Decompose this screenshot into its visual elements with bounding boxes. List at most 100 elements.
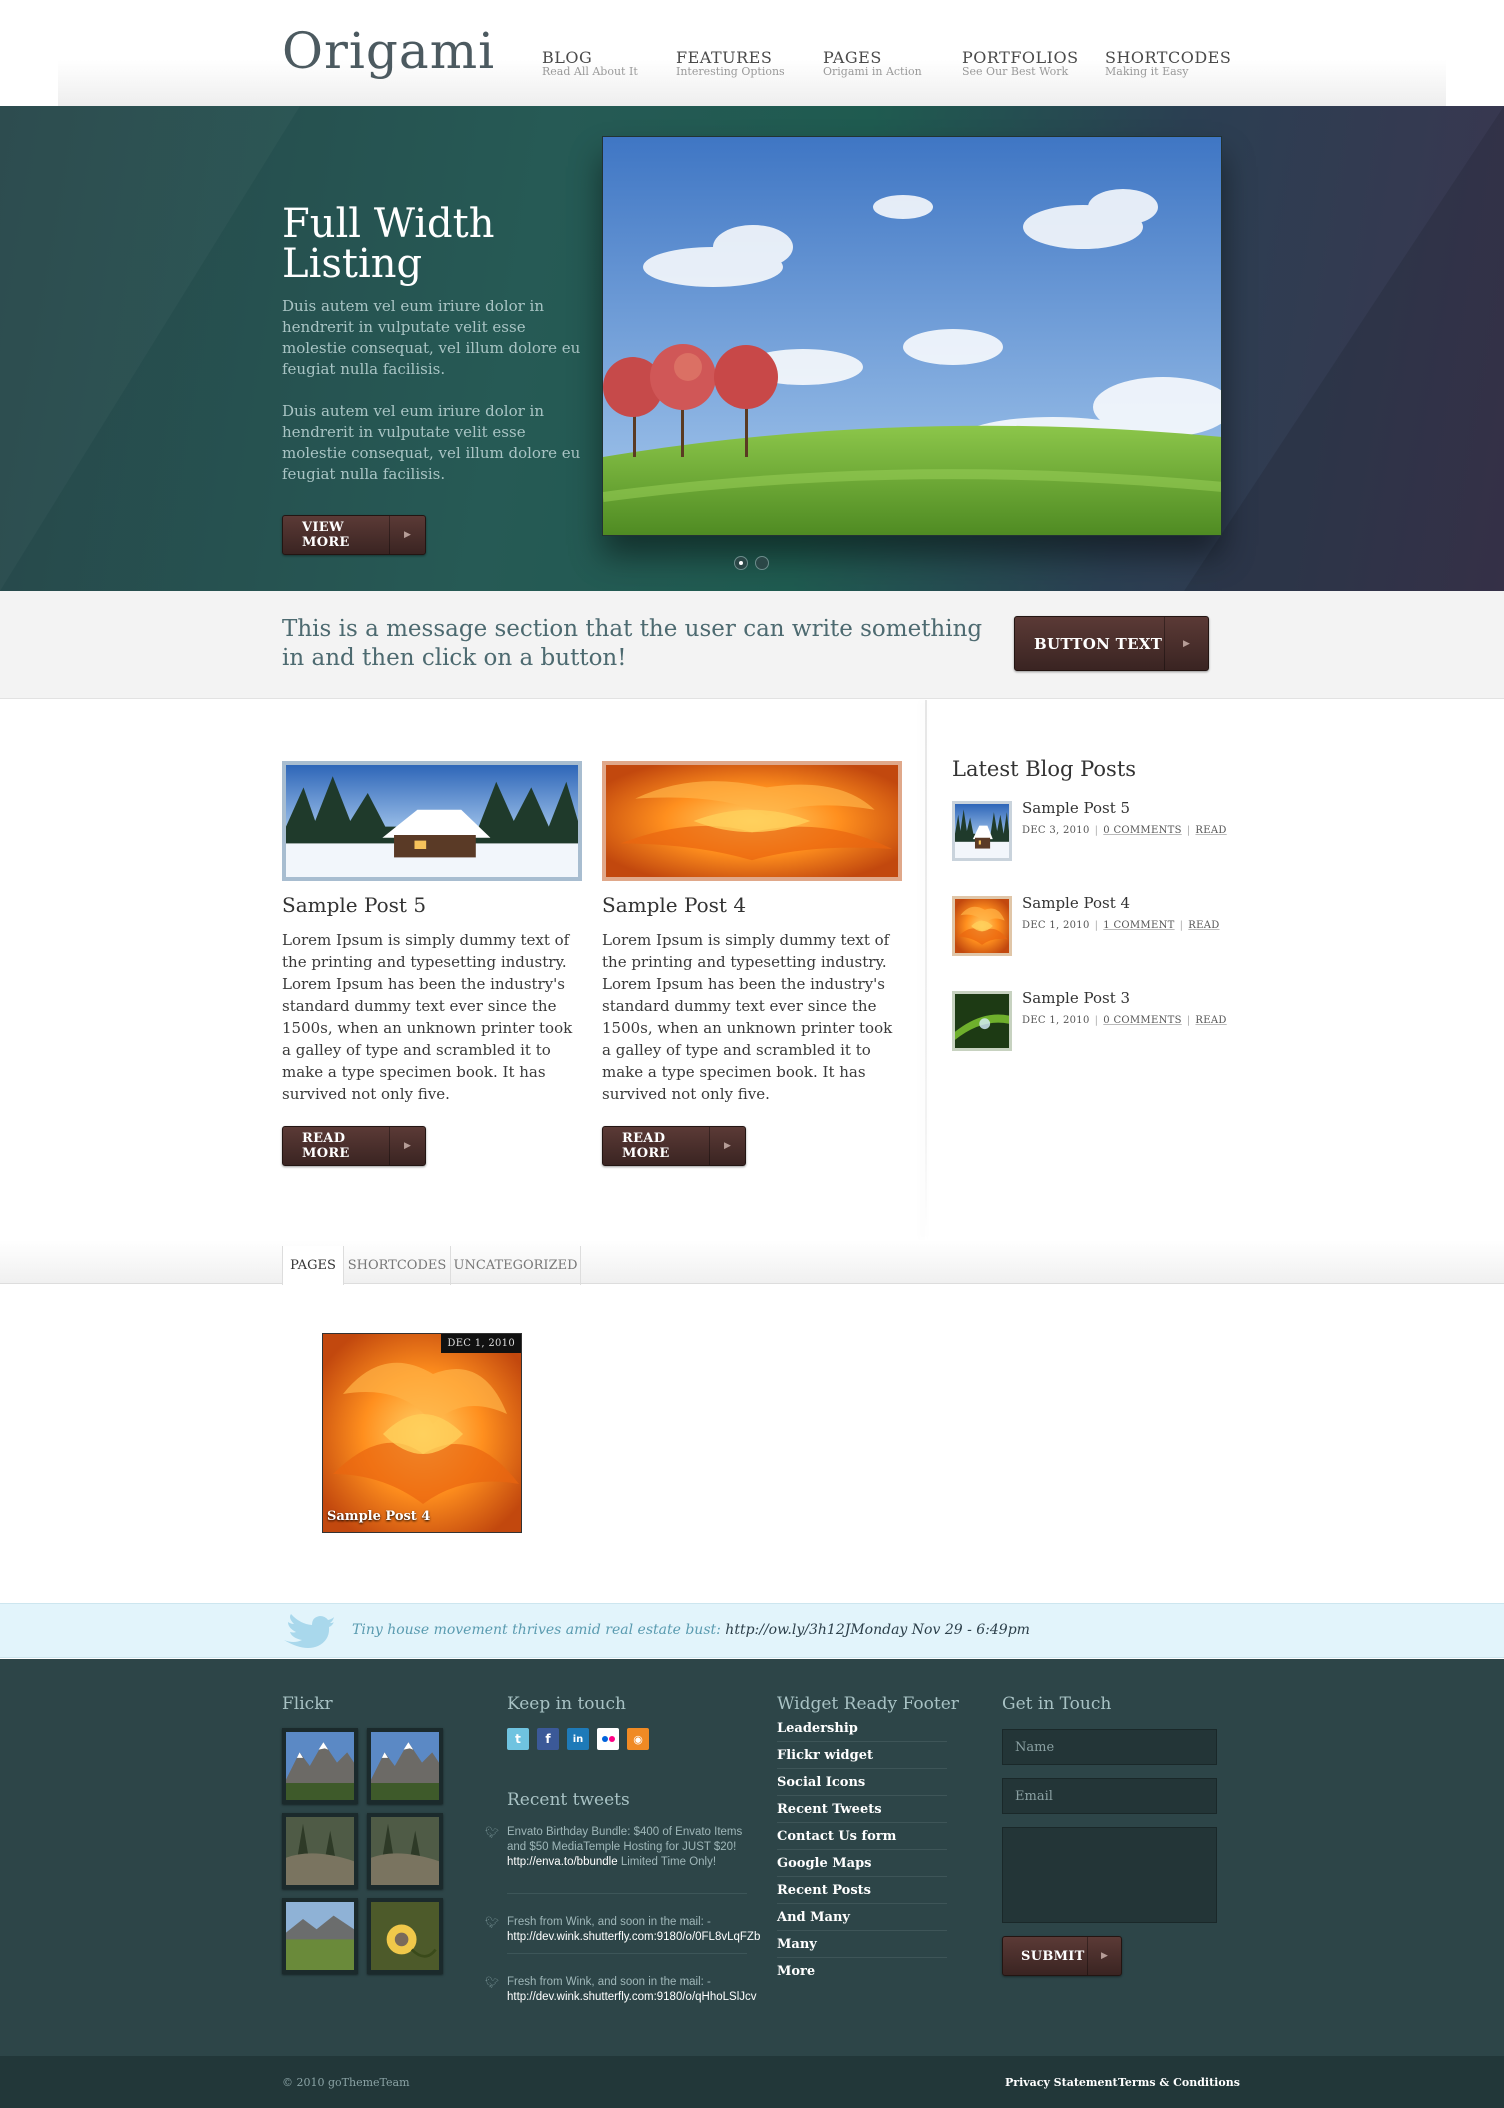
button-label: READ MORE: [622, 1131, 670, 1161]
sidebar-post-title[interactable]: Sample Post 4: [1022, 894, 1130, 912]
copyright: © 2010 goThemeTeam: [282, 2076, 410, 2089]
widget-link[interactable]: More: [777, 1958, 947, 1985]
nav-title: PAGES: [823, 48, 882, 67]
contact-title: Get in Touch: [1002, 1694, 1112, 1714]
sidebar-post-thumb[interactable]: [952, 991, 1012, 1051]
orange-rose-picture: [955, 899, 1009, 953]
nav-subtitle: Making it Easy: [1105, 65, 1189, 78]
tweet-text: Tiny house movement thrives amid real es…: [352, 1622, 1030, 1638]
flickr-photo[interactable]: [367, 1898, 443, 1974]
slider-dot[interactable]: [734, 556, 748, 570]
message-textarea[interactable]: [1002, 1827, 1217, 1923]
privacy-link[interactable]: Privacy Statement: [1005, 2076, 1118, 2089]
post-body: Lorem Ipsum is simply dummy text of the …: [602, 931, 893, 1103]
widget-link[interactable]: Google Maps: [777, 1850, 947, 1877]
sidebar-post-title[interactable]: Sample Post 5: [1022, 799, 1130, 817]
comments-link[interactable]: 1 COMMENT: [1103, 920, 1174, 931]
bottom-bar: [0, 2056, 1504, 2108]
nav-pages[interactable]: PAGES Origami in Action: [823, 50, 922, 78]
orange-rose-picture: [606, 765, 898, 877]
post-title[interactable]: Sample Post 5: [282, 893, 426, 917]
tweet-tail: Limited Time Only!: [617, 1856, 717, 1868]
tweet-link[interactable]: http://enva.to/bbundle: [507, 1856, 618, 1868]
flickr-title: Flickr: [282, 1694, 333, 1714]
post-thumbnail[interactable]: [282, 761, 582, 881]
portfolio-date: DEC 1, 2010: [441, 1334, 521, 1353]
read-link[interactable]: READ: [1188, 920, 1219, 931]
meadow-picture: [286, 1902, 354, 1970]
portfolio-item[interactable]: DEC 1, 2010 Sample Post 4: [322, 1333, 522, 1533]
linkedin-icon[interactable]: in: [567, 1728, 589, 1750]
button-label: VIEW MORE: [302, 520, 350, 550]
name-field[interactable]: Name: [1002, 1729, 1217, 1765]
flickr-photo[interactable]: [282, 1728, 358, 1804]
mountain-picture: [286, 1732, 354, 1800]
read-link[interactable]: READ: [1195, 825, 1226, 836]
nav-blog[interactable]: BLOG Read All About It: [542, 50, 638, 78]
twitter-icon[interactable]: t: [507, 1728, 529, 1750]
recent-tweet: Fresh from Wink, and soon in the mail: -…: [507, 1975, 757, 2005]
terms-link[interactable]: Terms & Conditions: [1118, 2076, 1240, 2089]
message-button[interactable]: BUTTON TEXT ▶: [1014, 616, 1209, 671]
hero-slide-image[interactable]: [602, 136, 1222, 536]
widget-link[interactable]: Flickr widget: [777, 1742, 947, 1769]
sidebar-post-thumb[interactable]: [952, 801, 1012, 861]
flickr-photo[interactable]: [367, 1728, 443, 1804]
site-logo[interactable]: Origami: [282, 22, 495, 80]
flickr-icon[interactable]: [597, 1728, 619, 1750]
nav-shortcodes[interactable]: SHORTCODES Making it Easy: [1105, 50, 1231, 78]
message-text: This is a message section that the user …: [282, 616, 983, 671]
hero-section: Full Width Listing Duis autem vel eum ir…: [0, 106, 1504, 591]
view-more-button[interactable]: VIEW MORE ▶: [282, 515, 426, 555]
twitter-bar: Tiny house movement thrives amid real es…: [0, 1603, 1504, 1658]
play-arrow-icon: ▶: [1087, 1937, 1121, 1975]
flickr-photo[interactable]: [367, 1813, 443, 1889]
nav-portfolios[interactable]: PORTFOLIOS See Our Best Work: [962, 50, 1079, 78]
button-label: SUBMIT: [1021, 1948, 1085, 1964]
read-more-button[interactable]: READ MORE ▶: [602, 1126, 746, 1166]
sidebar-post-title[interactable]: Sample Post 3: [1022, 989, 1130, 1007]
facebook-icon[interactable]: f: [537, 1728, 559, 1750]
nav-features[interactable]: FEATURES Interesting Options: [676, 50, 785, 78]
sidebar-post-thumb[interactable]: [952, 896, 1012, 956]
tab-pages[interactable]: PAGES: [282, 1246, 344, 1285]
nav-subtitle: See Our Best Work: [962, 65, 1069, 78]
sidebar-title: Latest Blog Posts: [952, 757, 1137, 781]
post-date: DEC 3, 2010: [1022, 825, 1090, 836]
read-link[interactable]: READ: [1195, 1015, 1226, 1026]
slider-dot[interactable]: [755, 556, 769, 570]
message-section: This is a message section that the user …: [0, 591, 1504, 699]
button-label: BUTTON TEXT: [1034, 634, 1163, 653]
button-label: READ MORE: [302, 1131, 350, 1161]
tab-shortcodes[interactable]: SHORTCODES: [344, 1246, 451, 1285]
winter-cabin-picture: [286, 765, 578, 877]
flickr-photo[interactable]: [282, 1813, 358, 1889]
hero-facet: [0, 106, 300, 591]
comments-link[interactable]: 0 COMMENTS: [1103, 825, 1181, 836]
widget-link[interactable]: Social Icons: [777, 1769, 947, 1796]
widget-link[interactable]: Contact Us form: [777, 1823, 947, 1850]
post-title[interactable]: Sample Post 4: [602, 893, 746, 917]
tweet-body: Fresh from Wink, and soon in the mail: -: [507, 1916, 711, 1928]
tweet-link[interactable]: http://dev.wink.shutterfly.com:9180/o/qH…: [507, 1991, 757, 2003]
flower-picture: [371, 1902, 439, 1970]
rss-icon[interactable]: ◉: [627, 1728, 649, 1750]
widget-link[interactable]: Many: [777, 1931, 947, 1958]
keep-in-touch-title: Keep in touch: [507, 1694, 626, 1714]
tab-uncategorized[interactable]: UNCATEGORIZED: [451, 1246, 581, 1285]
green-drop-picture: [955, 994, 1009, 1048]
read-more-button[interactable]: READ MORE ▶: [282, 1126, 426, 1166]
hero-title: Full Width Listing: [282, 201, 495, 287]
widget-link[interactable]: Leadership: [777, 1715, 947, 1742]
widget-link[interactable]: Recent Tweets: [777, 1796, 947, 1823]
submit-button[interactable]: SUBMIT ▶: [1002, 1936, 1122, 1976]
widget-link[interactable]: And Many: [777, 1904, 947, 1931]
comments-link[interactable]: 0 COMMENTS: [1103, 1015, 1181, 1026]
tweet-link[interactable]: http://ow.ly/3h12J: [725, 1622, 850, 1638]
widget-link[interactable]: Recent Posts: [777, 1877, 947, 1904]
email-field[interactable]: Email: [1002, 1778, 1217, 1814]
tweet-body: Tiny house movement thrives amid real es…: [352, 1622, 726, 1638]
flickr-photo[interactable]: [282, 1898, 358, 1974]
tweet-link[interactable]: http://dev.wink.shutterfly.com:9180/o/0F…: [507, 1931, 760, 1943]
post-thumbnail[interactable]: [602, 761, 902, 881]
